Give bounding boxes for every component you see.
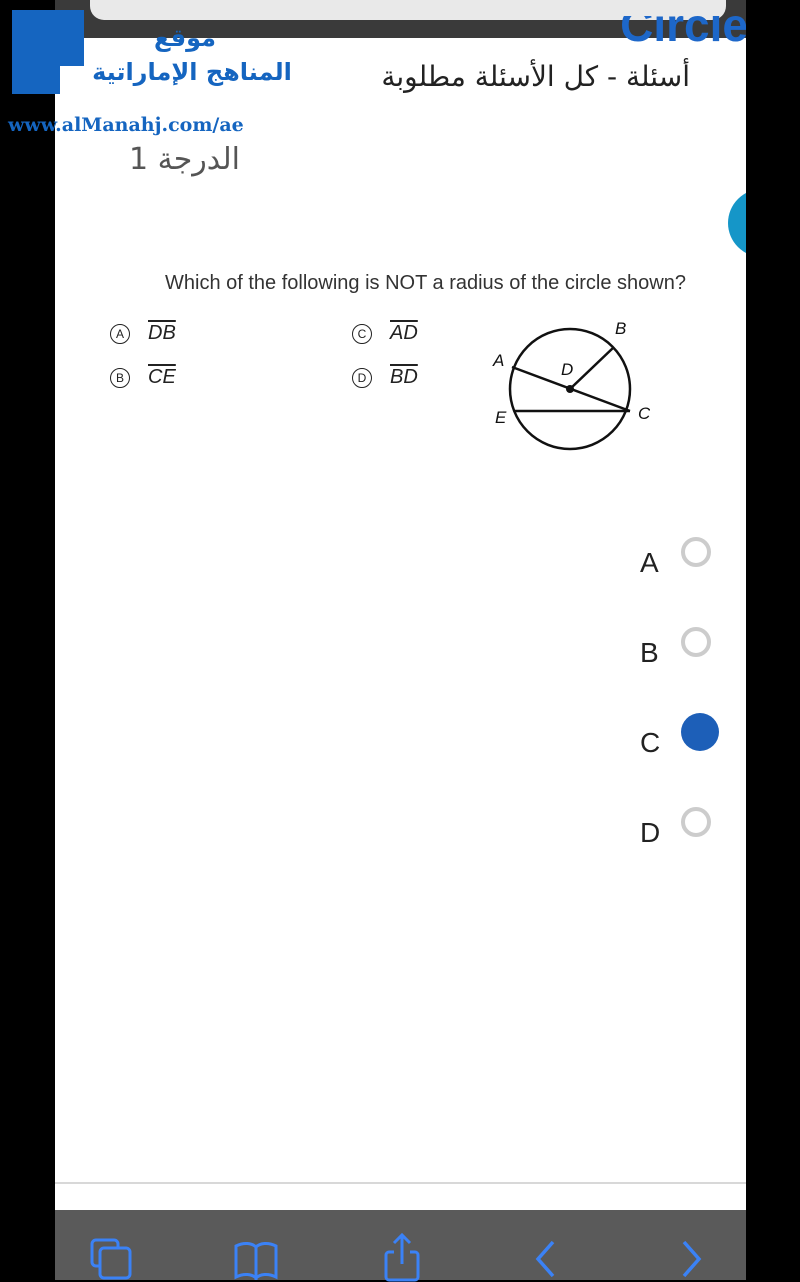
- segment-db: [569, 346, 615, 390]
- radio-button[interactable]: [681, 807, 711, 837]
- answer-label: C: [640, 727, 661, 758]
- label-a: A: [492, 351, 504, 370]
- logo-text-site: موقع: [153, 24, 216, 52]
- question-text: Which of the following is NOT a radius o…: [165, 272, 686, 294]
- answer-label: A: [640, 547, 659, 578]
- choice-d: D BD: [352, 366, 418, 389]
- answer-label: B: [640, 637, 659, 668]
- choice-badge: A: [110, 323, 130, 344]
- label-d: D: [561, 360, 573, 379]
- page: Circle أسئلة - كل الأسئلة مطلوبة الدرجة …: [55, 0, 746, 1210]
- logo-square: [12, 48, 60, 94]
- circle-diagram: B A D C E: [492, 319, 650, 451]
- divider: [55, 1182, 746, 1184]
- choice-segment: CE: [148, 366, 176, 388]
- share-icon[interactable]: [382, 1232, 422, 1282]
- choice-segment: AD: [390, 322, 418, 344]
- question-grade: الدرجة 1: [129, 142, 240, 177]
- choice-b: B CE: [110, 366, 176, 389]
- choice-segment: BD: [390, 366, 418, 388]
- answer-label: D: [640, 817, 661, 848]
- choice-badge: B: [110, 367, 130, 388]
- label-b: B: [615, 319, 626, 338]
- question-number-badge: 1: [728, 189, 746, 257]
- radio-button-selected[interactable]: [681, 713, 719, 751]
- label-e: E: [495, 408, 507, 427]
- forward-icon[interactable]: [678, 1238, 704, 1280]
- back-icon[interactable]: [533, 1238, 559, 1280]
- choice-c: C AD: [352, 322, 418, 345]
- answer-option-b[interactable]: B: [640, 627, 730, 677]
- tabs-icon[interactable]: [88, 1236, 134, 1282]
- choice-badge: C: [352, 323, 372, 344]
- answer-option-d[interactable]: D: [640, 807, 730, 857]
- choice-segment: DB: [148, 322, 176, 344]
- answer-option-c[interactable]: C: [640, 713, 730, 767]
- logo-text-name: المناهج الإماراتية: [92, 58, 292, 86]
- center-point: [566, 385, 574, 393]
- answer-option-a[interactable]: A: [640, 537, 730, 587]
- radio-button[interactable]: [681, 627, 711, 657]
- browser-toolbar: [55, 1210, 746, 1282]
- logo-url: www.alManahj.com/ae: [8, 114, 244, 136]
- quiz-title: أسئلة - كل الأسئلة مطلوبة: [381, 60, 690, 93]
- bookmarks-icon[interactable]: [233, 1240, 279, 1280]
- lesson-title: Circle: [620, 16, 746, 42]
- choice-badge: D: [352, 367, 372, 388]
- radio-button[interactable]: [681, 537, 711, 567]
- label-c: C: [638, 404, 650, 423]
- choice-a: A DB: [110, 322, 176, 345]
